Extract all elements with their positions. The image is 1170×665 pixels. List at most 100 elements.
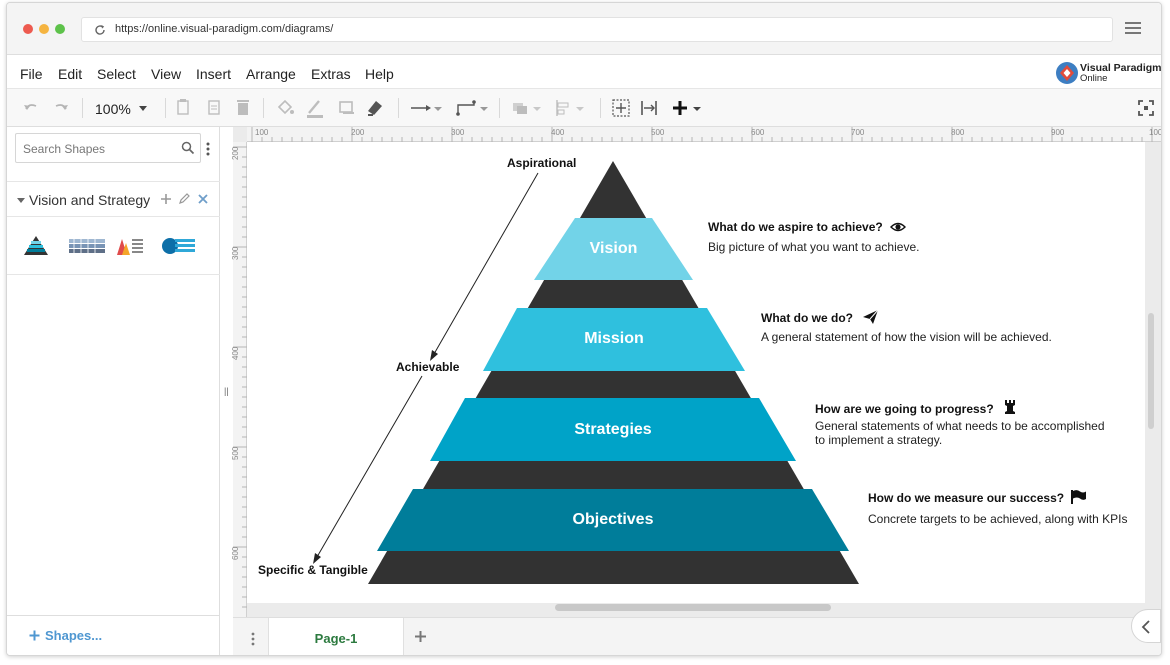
- waypoint-style-icon[interactable]: [455, 97, 479, 119]
- ruler-tick-label: 700: [851, 128, 865, 137]
- connector-style-icon[interactable]: [409, 97, 433, 119]
- shape-palette: [7, 217, 220, 275]
- shadow-icon[interactable]: [337, 97, 357, 119]
- ruler-tick-label: 1000: [1149, 128, 1162, 137]
- label-achievable: Achievable: [396, 360, 460, 374]
- page-tab[interactable]: Page-1: [268, 618, 404, 655]
- ruler-tick-label: 500: [231, 446, 240, 460]
- note-mission-title: What do we do?: [761, 311, 853, 325]
- ruler-tick-label: 900: [1051, 128, 1065, 137]
- minimize-window-button[interactable]: [39, 24, 49, 34]
- note-vision-text: Big picture of what you want to achieve.: [708, 240, 920, 254]
- tier-objectives-label: Objectives: [572, 511, 654, 528]
- ruler-tick-label: 100: [255, 128, 269, 137]
- page-bar: Page-1: [233, 617, 1161, 655]
- line-color-icon[interactable]: [305, 97, 325, 119]
- waypoint-dropdown-icon[interactable]: [479, 97, 489, 119]
- ruler-tick-label: 400: [231, 346, 240, 360]
- reload-icon[interactable]: [94, 24, 106, 36]
- collapse-caret-icon[interactable]: [16, 197, 26, 205]
- align-dropdown-icon[interactable]: [575, 97, 585, 119]
- browser-menu-icon[interactable]: [1125, 22, 1141, 35]
- ruler-tick-label: 200: [231, 146, 240, 160]
- fit-page-icon[interactable]: [611, 97, 631, 119]
- zoom-dropdown-icon[interactable]: [137, 97, 149, 119]
- address-bar[interactable]: https://online.visual-paradigm.com/diagr…: [81, 17, 1113, 42]
- insert-dropdown-icon[interactable]: [692, 97, 702, 119]
- maximize-window-button[interactable]: [55, 24, 65, 34]
- page-menu-icon[interactable]: [251, 632, 255, 646]
- pyramid-shape-thumbnail[interactable]: [23, 235, 49, 257]
- note-mission-text: A general statement of how the vision wi…: [761, 330, 1052, 344]
- close-category-icon[interactable]: [197, 193, 209, 205]
- arrange-front-icon[interactable]: [510, 97, 530, 119]
- zoom-level[interactable]: 100%: [95, 101, 131, 117]
- vision-strategy-diagram: [313, 161, 1086, 584]
- menu-insert[interactable]: Insert: [196, 66, 231, 82]
- strategy-map-shape-thumbnail[interactable]: [115, 235, 145, 257]
- url-text: https://online.visual-paradigm.com/diagr…: [115, 23, 334, 35]
- search-shapes-input[interactable]: Search Shapes: [15, 133, 201, 163]
- insert-plus-icon[interactable]: [671, 97, 689, 119]
- diagram-canvas[interactable]: Vision Mission Strategies Objectives Asp…: [247, 142, 1145, 603]
- note-strategies-text-2: to implement a strategy.: [815, 433, 943, 447]
- label-aspirational: Aspirational: [507, 156, 577, 170]
- menu-select[interactable]: Select: [97, 66, 136, 82]
- delete-icon[interactable]: [235, 97, 251, 119]
- page-tab-label: Page-1: [314, 631, 358, 646]
- sidebar-resize-handle[interactable]: ||: [224, 386, 229, 396]
- menu-arrange[interactable]: Arrange: [246, 66, 296, 82]
- copy-icon[interactable]: [175, 97, 191, 119]
- note-strategies-title: How are we going to progress?: [815, 402, 994, 416]
- visual-paradigm-logo[interactable]: Visual Paradigm Online: [1055, 60, 1161, 86]
- fill-color-icon[interactable]: [275, 97, 295, 119]
- fit-width-icon[interactable]: [639, 97, 659, 119]
- vertical-ruler: 200 300 400 500 600: [231, 142, 247, 617]
- format-panel-toggle[interactable]: [1131, 609, 1161, 643]
- target-list-shape-thumbnail[interactable]: [161, 237, 195, 255]
- undo-icon[interactable]: [21, 97, 41, 119]
- menu-view[interactable]: View: [151, 66, 181, 82]
- eye-icon: [890, 222, 906, 232]
- edit-category-icon[interactable]: [178, 193, 190, 205]
- tier-mission-label: Mission: [584, 330, 644, 347]
- redo-icon[interactable]: [51, 97, 71, 119]
- more-shapes-plus-icon[interactable]: [29, 630, 40, 641]
- ruler-tick-label: 200: [351, 128, 365, 137]
- logo-subtext: Online: [1080, 73, 1108, 84]
- horizontal-scrollbar[interactable]: [555, 604, 831, 611]
- ruler-tick-label: 800: [951, 128, 965, 137]
- shape-category-header[interactable]: Vision and Strategy: [7, 181, 220, 217]
- format-painter-icon[interactable]: [365, 97, 385, 119]
- roadmap-shape-thumbnail[interactable]: [69, 237, 105, 255]
- arrange-dropdown-icon[interactable]: [532, 97, 542, 119]
- add-page-icon[interactable]: [414, 630, 427, 643]
- note-strategies-text-1: General statements of what needs to be a…: [815, 419, 1105, 433]
- connector-style-dropdown-icon[interactable]: [433, 97, 443, 119]
- menu-edit[interactable]: Edit: [58, 66, 82, 82]
- align-icon[interactable]: [553, 97, 573, 119]
- flag-icon: [1071, 490, 1086, 504]
- close-window-button[interactable]: [23, 24, 33, 34]
- paste-icon[interactable]: [206, 97, 222, 119]
- menu-bar: File Edit Select View Insert Arrange Ext…: [7, 55, 1161, 89]
- ruler-tick-label: 600: [231, 546, 240, 560]
- shape-category-title: Vision and Strategy: [29, 192, 151, 208]
- ruler-tick-label: 400: [551, 128, 565, 137]
- sidebar-more-icon[interactable]: [205, 141, 211, 157]
- add-shape-icon[interactable]: [160, 193, 172, 205]
- search-icon[interactable]: [181, 141, 195, 155]
- note-objectives-text: Concrete targets to be achieved, along w…: [868, 512, 1128, 526]
- tier-vision-label: Vision: [589, 240, 638, 257]
- search-placeholder: Search Shapes: [23, 142, 106, 156]
- app-window: https://online.visual-paradigm.com/diagr…: [6, 2, 1162, 656]
- menu-help[interactable]: Help: [365, 66, 394, 82]
- more-shapes-link[interactable]: Shapes...: [45, 628, 102, 643]
- menu-file[interactable]: File: [20, 66, 43, 82]
- menu-extras[interactable]: Extras: [311, 66, 351, 82]
- vertical-scrollbar[interactable]: [1148, 313, 1154, 429]
- horizontal-ruler-ticks: [251, 127, 1153, 142]
- ruler-tick-label: 500: [651, 128, 665, 137]
- browser-bar: https://online.visual-paradigm.com/diagr…: [7, 3, 1161, 55]
- fullscreen-icon[interactable]: [1137, 97, 1155, 119]
